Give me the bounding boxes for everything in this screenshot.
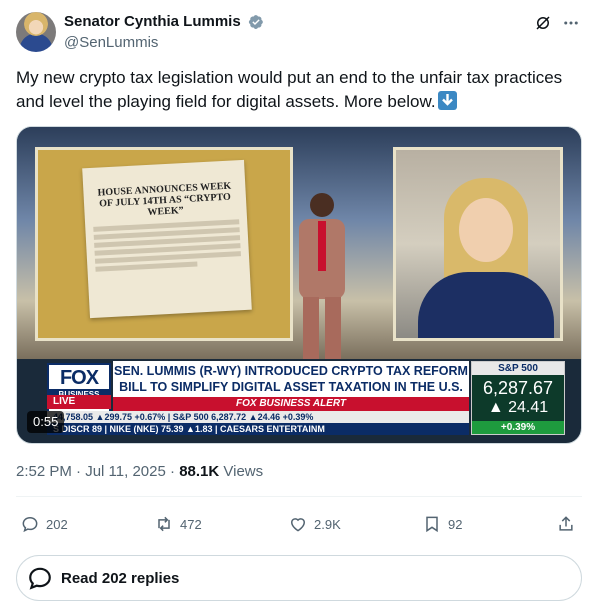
sp500-change: ▲ 24.41 [487,399,549,416]
fox-logo-text: FOX [59,367,99,389]
tweet-header: Senator Cynthia Lummis @SenLummis [16,10,582,54]
grok-icon[interactable] [534,14,552,32]
guest-video [393,147,563,341]
document-title: HOUSE ANNOUNCES WEEK OF JULY 14TH AS “CR… [97,180,232,218]
bookmark-count: 92 [448,516,463,532]
tweet-text: My new crypto tax legislation would put … [16,66,582,114]
reply-button[interactable]: 202 [20,512,68,536]
read-replies-button[interactable]: Read 202 replies [16,555,582,601]
views-count[interactable]: 88.1K [179,463,219,480]
ticker-row-2: S DISCR 89 | NIKE (NKE) 75.39 ▲1.83 | CA… [47,423,469,435]
divider [16,496,582,497]
alert-bar: FOX BUSINESS ALERT [113,397,469,411]
share-icon [559,516,573,531]
views-label: Views [223,463,264,480]
news-headline: SEN. LUMMIS (R-WY) INTRODUCED CRYPTO TAX… [113,361,469,397]
handle[interactable]: @SenLummis [64,33,264,53]
host-figure [299,193,345,359]
video-player[interactable]: HOUSE ANNOUNCES WEEK OF JULY 14TH AS “CR… [16,126,582,444]
reply-count: 202 [46,516,68,532]
display-name[interactable]: Senator Cynthia Lummis [64,12,241,32]
action-bar: 202 472 2.9K 92 [16,510,582,538]
sp500-title: S&P 500 [472,362,564,375]
guest-body [418,272,554,338]
document-body [93,219,241,272]
like-button[interactable]: 2.9K [288,512,341,536]
announcement-document: HOUSE ANNOUNCES WEEK OF JULY 14TH AS “CR… [82,159,252,319]
verified-badge-icon [249,15,263,29]
more-options-icon[interactable] [562,14,580,32]
arrow-down-emoji-icon [437,91,457,110]
bookmark-button[interactable]: 92 [422,512,462,536]
reply-icon [22,516,38,533]
heart-icon [290,518,306,532]
reply-bubble-icon [29,567,51,590]
news-lower-third: FOX BUSINESS LIVE SEN. LUMMIS (R-WY) INT… [35,359,565,435]
tweet-body: My new crypto tax legislation would put … [16,68,563,111]
ticker-row-1: 44,758.05 ▲299.75 +0.67% | S&P 500 6,287… [47,411,469,423]
sp500-value: 6,287.67 [482,378,554,398]
video-duration: 0:55 [27,411,65,433]
author-names: Senator Cynthia Lummis @SenLummis [64,12,264,53]
sp500-percent: +0.39% [472,421,564,434]
repost-icon [158,516,170,532]
guest-face [459,198,513,262]
tweet-meta: 2:52 PM · Jul 11, 2025 · 88.1K Views [16,462,263,482]
avatar[interactable] [16,12,56,52]
live-tag: LIVE [47,395,111,409]
repost-count: 472 [180,516,202,532]
repost-button[interactable]: 472 [154,512,202,536]
like-count: 2.9K [314,516,341,532]
post-time[interactable]: 2:52 PM [16,463,72,480]
meta-separator-2: · [170,463,176,480]
bookmark-icon [426,516,438,533]
sp500-box: S&P 500 6,287.67 ▲ 24.41 +0.39% [471,361,565,435]
studio-screen-left: HOUSE ANNOUNCES WEEK OF JULY 14TH AS “CR… [35,147,293,341]
post-date[interactable]: Jul 11, 2025 [85,463,166,480]
share-button[interactable] [556,512,582,536]
read-replies-label: Read 202 replies [61,569,180,587]
meta-separator: · [76,463,82,480]
